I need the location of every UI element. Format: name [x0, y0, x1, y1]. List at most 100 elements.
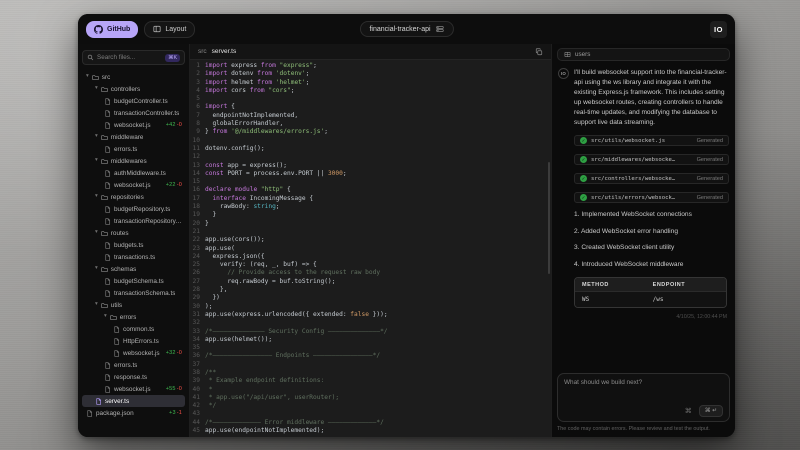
tree-file-authMiddleware.ts[interactable]: authMiddleware.ts [82, 167, 185, 179]
code-line: 22 app.use(cors()); [192, 236, 265, 244]
tree-folder-middleware[interactable]: ▾ middleware [82, 131, 185, 143]
disclaimer-text: The code may contain errors. Please revi… [557, 426, 710, 432]
code-line: 6 import { [196, 103, 235, 111]
code-line: 3 import helmet from 'helmet'; [196, 78, 310, 86]
message-timestamp: 4/10/25, 12:00:44 PM [676, 314, 727, 321]
copy-icon [535, 47, 543, 56]
assistant-message-text: I'll build websocket support into the fi… [574, 69, 727, 126]
composer-actions: ⌘ ⌘ ↵ [564, 405, 723, 417]
code-line: 8 globalErrorHandler, [196, 120, 284, 128]
generated-file-chip[interactable]: ✓ src/controllers/websocke… Generated [574, 173, 729, 185]
chat-composer[interactable]: ⌘ ⌘ ↵ [557, 373, 730, 422]
chevron-down-icon: ▾ [95, 157, 98, 164]
tree-file-server.ts[interactable]: server.ts [82, 395, 185, 407]
command-icon[interactable]: ⌘ [685, 407, 692, 415]
tree-folder-repositories[interactable]: ▾ repositories [82, 191, 185, 203]
copy-button[interactable] [535, 47, 543, 56]
file-icon [104, 289, 111, 297]
layout-button[interactable]: Layout [144, 20, 196, 38]
tree-folder-schemas[interactable]: ▾ schemas [82, 263, 185, 275]
top-bar: GitHub Layout financial-tracker-api IO [78, 14, 735, 44]
tree-file-errors.ts[interactable]: errors.ts [82, 359, 185, 371]
code-line: 36/*———————————————— Endpoints —————————… [192, 352, 381, 360]
file-icon [95, 397, 102, 405]
check-icon: ✓ [580, 194, 587, 202]
generated-file-path: src/utils/errors/websock… [591, 194, 676, 201]
file-icon [104, 169, 111, 177]
tree-item-label: HttpErrors.ts [123, 337, 159, 345]
file-icon [104, 181, 111, 189]
tree-folder-middlewares[interactable]: ▾ middlewares [82, 155, 185, 167]
code-line: 4 import cors from "cors"; [196, 86, 295, 94]
tree-file-transactions.ts[interactable]: transactions.ts [82, 251, 185, 263]
generated-file-chip[interactable]: ✓ src/utils/websocket.js Generated [574, 135, 729, 147]
tree-file-errors.ts[interactable]: errors.ts [82, 143, 185, 155]
tree-file-response.ts[interactable]: response.ts [82, 371, 185, 383]
tab-users[interactable]: users [557, 48, 730, 61]
tree-item-label: budgetController.ts [114, 97, 168, 105]
file-icon [113, 349, 120, 357]
tree-item-label: websocket.js [114, 181, 151, 189]
tree-file-budgetRepository.ts[interactable]: budgetRepository.ts [82, 203, 185, 215]
search-input[interactable] [97, 54, 163, 61]
tree-folder-errors[interactable]: ▾ errors [82, 311, 185, 323]
code-line: 21 [192, 227, 200, 235]
tree-item-label: budgetSchema.ts [114, 277, 164, 285]
tree-file-budgetController.ts[interactable]: budgetController.ts [82, 95, 185, 107]
tree-folder-routes[interactable]: ▾ routes [82, 227, 185, 239]
send-shortcut-label: ⌘ ↵ [704, 408, 717, 414]
tree-file-transactionController.ts[interactable]: transactionController.ts [82, 107, 185, 119]
tree-item-label: websocket.js [114, 121, 151, 129]
endpoint-table: METHOD ENDPOINT WS/ws [574, 277, 727, 309]
file-icon [104, 205, 111, 213]
file-icon [104, 121, 111, 129]
step-item: 3. Created WebSocket client utility [574, 244, 675, 252]
file-explorer-sidebar: ⌘K ▾src▾controllers budgetController.ts tr… [78, 44, 190, 437]
tree-file-websocket.js[interactable]: websocket.js +22-0 [82, 179, 185, 191]
project-selector[interactable]: financial-tracker-api [359, 21, 454, 37]
generated-file-chip[interactable]: ✓ src/middlewares/websocke… Generated [574, 154, 729, 166]
tree-folder-src[interactable]: ▾ src [82, 71, 185, 83]
code-line: 30); [192, 302, 213, 310]
generated-file-status: Generated [696, 156, 723, 163]
send-button[interactable]: ⌘ ↵ [698, 405, 723, 417]
tree-file-budgets.ts[interactable]: budgets.ts [82, 239, 185, 251]
file-tree: ▾ src ▾ controllers budgetController.ts trans… [82, 71, 185, 437]
tree-folder-utils[interactable]: ▾ utils [82, 299, 185, 311]
code-line: 16 declare module "http" { [192, 186, 291, 194]
tree-file-transactionSchema.ts[interactable]: transactionSchema.ts [82, 287, 185, 299]
step-item: 4. Introduced WebSocket middleware [574, 260, 684, 268]
chat-input[interactable] [564, 379, 723, 405]
folder-icon [101, 134, 108, 141]
diff-stats: +3-1 [169, 410, 182, 416]
tree-item-label: transactionRepository.ts [114, 217, 182, 225]
tree-item-label: budgetRepository.ts [114, 205, 171, 213]
code-line: 34 app.use(helmet()); [192, 335, 273, 343]
generated-file-path: src/utils/websocket.js [591, 137, 666, 144]
generated-file-chip[interactable]: ✓ src/utils/errors/websock… Generated [574, 192, 729, 204]
generated-files-list: ✓ src/utils/websocket.js Generated ✓ src/mid… [574, 135, 729, 204]
github-button-label: GitHub [107, 25, 131, 33]
tree-file-HttpErrors.ts[interactable]: HttpErrors.ts [82, 335, 185, 347]
search-icon [87, 54, 94, 61]
breadcrumb-file: server.ts [211, 48, 237, 55]
code-editor[interactable]: src server.ts 1 import express from "expr… [190, 44, 551, 437]
tree-file-budgetSchema.ts[interactable]: budgetSchema.ts [82, 275, 185, 287]
tree-file-common.ts[interactable]: common.ts [82, 323, 185, 335]
tree-file-websocket.js[interactable]: websocket.js +55-0 [82, 383, 185, 395]
server-icon [435, 25, 444, 33]
generated-file-path: src/controllers/websocke… [591, 175, 676, 182]
tree-folder-controllers[interactable]: ▾ controllers [82, 83, 185, 95]
tree-file-websocket.js[interactable]: websocket.js +32-0 [82, 347, 185, 359]
editor-scrollbar[interactable] [547, 162, 550, 274]
file-search[interactable]: ⌘K [82, 50, 185, 65]
generated-file-status: Generated [696, 137, 723, 144]
tree-file-package.json[interactable]: package.json +3-1 [82, 407, 185, 419]
diff-stats: +42-0 [165, 122, 182, 128]
github-button[interactable]: GitHub [86, 20, 139, 38]
layout-icon [153, 25, 161, 33]
assistant-panel: users IO I'll build websocket support in… [551, 44, 735, 437]
tree-file-transactionRepository.ts[interactable]: transactionRepository.ts [82, 215, 185, 227]
chat-messages[interactable]: IO I'll build websocket support into the… [557, 61, 730, 373]
tree-file-websocket.js[interactable]: websocket.js +42-0 [82, 119, 185, 131]
